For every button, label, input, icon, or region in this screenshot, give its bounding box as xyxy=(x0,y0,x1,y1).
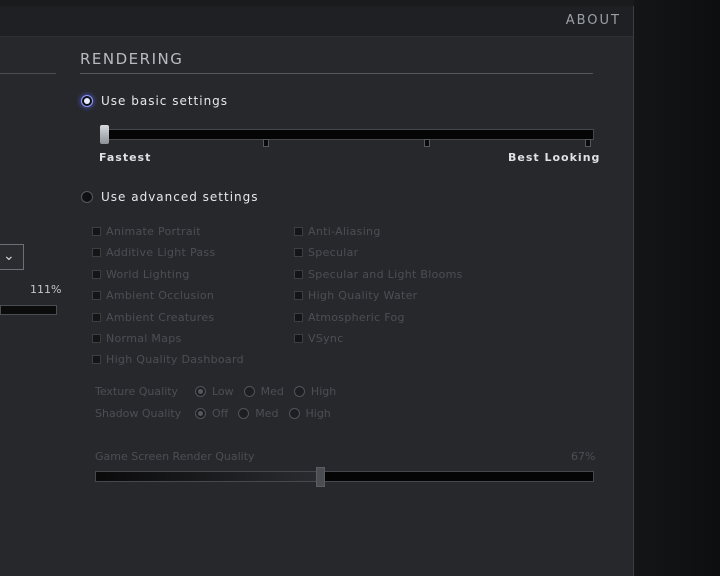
about-tab[interactable]: ABOUT xyxy=(566,13,621,28)
advanced-col1-checkbox-item[interactable]: Ambient Creatures xyxy=(92,311,214,324)
advanced-col1-checkbox-item[interactable]: Additive Light Pass xyxy=(92,246,216,259)
checkbox-label: High Quality Water xyxy=(308,289,418,303)
checkbox[interactable] xyxy=(294,312,303,322)
advanced-settings-radio-row[interactable]: Use advanced settings xyxy=(81,190,259,204)
slider-min-label: Fastest xyxy=(99,151,152,164)
render-quality-value: 67% xyxy=(571,450,596,463)
advanced-col2-checkbox-item[interactable]: Specular xyxy=(294,246,358,259)
render-quality-fill xyxy=(96,472,321,481)
checkbox-label: Normal Maps xyxy=(106,332,182,345)
checkbox-label: Additive Light Pass xyxy=(106,246,216,260)
checkbox[interactable] xyxy=(294,248,303,258)
checkbox[interactable] xyxy=(92,248,101,258)
chevron-down-icon: ⌄ xyxy=(3,248,15,264)
advanced-col1-checkbox-item[interactable]: Animate Portrait xyxy=(92,225,201,238)
background-right xyxy=(634,0,720,576)
advanced-settings-label: Use advanced settings xyxy=(101,190,259,204)
left-section-divider xyxy=(0,73,56,74)
advanced-settings-radio[interactable] xyxy=(81,191,93,203)
basic-settings-radio[interactable] xyxy=(81,95,93,107)
section-title-rendering: RENDERING xyxy=(80,50,184,68)
checkbox-label: Ambient Occlusion xyxy=(106,289,215,303)
section-divider xyxy=(80,73,593,74)
shadow-quality-row: Shadow Quality Off Med High xyxy=(95,407,341,420)
advanced-col2-checkbox-item[interactable]: Atmospheric Fog xyxy=(294,311,405,324)
advanced-col1-checkbox-item[interactable]: High Quality Dashboard xyxy=(92,353,244,366)
basic-settings-label: Use basic settings xyxy=(101,94,229,108)
left-slider-track[interactable] xyxy=(0,305,57,315)
render-quality-slider-thumb[interactable] xyxy=(315,467,325,487)
shadow-quality-off[interactable]: Off xyxy=(195,407,228,420)
basic-quality-slider[interactable] xyxy=(101,129,594,140)
radio-icon xyxy=(195,386,206,397)
shadow-quality-high[interactable]: High xyxy=(288,407,331,420)
checkbox[interactable] xyxy=(92,227,101,236)
advanced-col2-checkbox-item[interactable]: High Quality Water xyxy=(294,289,418,302)
checkbox-label: Animate Portrait xyxy=(106,225,201,238)
slider-max-label: Best Looking xyxy=(508,151,601,164)
checkbox-label: Ambient Creatures xyxy=(106,310,215,324)
radio-icon xyxy=(288,408,300,419)
render-quality-label: Game Screen Render Quality xyxy=(95,450,255,463)
texture-quality-row: Texture Quality Low Med High xyxy=(95,385,346,398)
checkbox-label: Specular and Light Blooms xyxy=(308,267,463,281)
texture-quality-label: Texture Quality xyxy=(95,385,179,398)
checkbox[interactable] xyxy=(92,291,101,301)
checkbox[interactable] xyxy=(92,334,101,343)
checkbox-label: Anti-Aliasing xyxy=(308,225,381,238)
checkbox[interactable] xyxy=(92,269,101,279)
slider-tick xyxy=(585,139,591,147)
checkbox[interactable] xyxy=(92,355,101,365)
shadow-quality-label: Shadow Quality xyxy=(95,407,182,420)
texture-quality-high[interactable]: High xyxy=(293,385,336,398)
shadow-quality-med[interactable]: Med xyxy=(238,407,279,420)
advanced-col2-checkbox-item[interactable]: Specular and Light Blooms xyxy=(294,268,463,281)
radio-icon xyxy=(293,386,305,397)
advanced-col2-checkbox-item[interactable]: VSync xyxy=(294,332,344,345)
top-bar: ABOUT xyxy=(0,6,633,37)
slider-tick xyxy=(263,139,269,147)
checkbox[interactable] xyxy=(92,312,101,322)
basic-settings-radio-row[interactable]: Use basic settings xyxy=(81,94,228,108)
radio-icon xyxy=(238,408,250,419)
left-dropdown-button[interactable]: ⌄ xyxy=(0,244,24,270)
basic-quality-slider-thumb[interactable] xyxy=(100,125,109,144)
texture-quality-med[interactable]: Med xyxy=(243,385,284,398)
checkbox[interactable] xyxy=(294,291,303,301)
radio-icon xyxy=(195,408,206,419)
advanced-col1-checkbox-item[interactable]: Ambient Occlusion xyxy=(92,289,214,302)
checkbox[interactable] xyxy=(294,227,303,236)
advanced-col2-checkbox-item[interactable]: Anti-Aliasing xyxy=(294,225,381,238)
checkbox-label: High Quality Dashboard xyxy=(106,353,244,367)
advanced-col1-checkbox-item[interactable]: Normal Maps xyxy=(92,332,182,345)
slider-tick xyxy=(424,139,430,147)
render-quality-slider[interactable] xyxy=(95,471,594,482)
checkbox[interactable] xyxy=(294,334,303,343)
checkbox-label: Specular xyxy=(308,246,359,260)
checkbox-label: World Lighting xyxy=(106,267,190,281)
advanced-col1-checkbox-item[interactable]: World Lighting xyxy=(92,268,190,281)
checkbox-label: Atmospheric Fog xyxy=(308,310,405,324)
settings-panel: ABOUT ⌄ 111% RENDERING Use basic setting… xyxy=(0,6,634,576)
left-percent-label: 111% xyxy=(30,283,62,296)
checkbox-label: VSync xyxy=(308,332,344,345)
texture-quality-low[interactable]: Low xyxy=(195,385,234,398)
radio-icon xyxy=(243,386,255,397)
checkbox[interactable] xyxy=(294,269,303,279)
